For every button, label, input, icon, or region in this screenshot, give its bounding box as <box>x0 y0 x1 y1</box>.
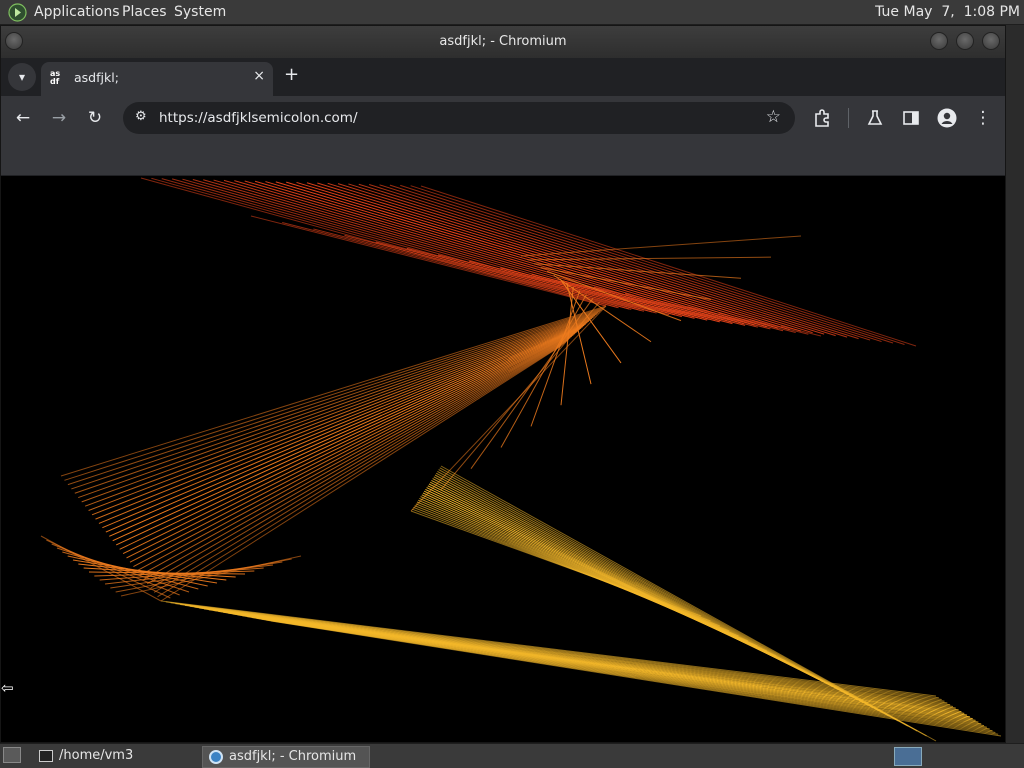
labs-flask-icon[interactable] <box>863 106 887 130</box>
workspace-switcher[interactable] <box>894 747 922 766</box>
art-line <box>182 178 653 313</box>
art-line <box>286 181 767 328</box>
bookmark-star-icon[interactable]: ☆ <box>766 107 781 127</box>
chromium-icon <box>209 749 223 764</box>
art-line <box>250 215 607 307</box>
tab-search-button[interactable]: ▾ <box>8 63 36 91</box>
art-line <box>153 342 565 593</box>
applications-logo-icon[interactable] <box>8 3 27 22</box>
art-line <box>270 620 1002 737</box>
chevron-down-icon: ▾ <box>18 70 26 84</box>
more-menu-icon[interactable]: ⋮ <box>971 106 995 130</box>
toolbar-separator <box>848 108 849 128</box>
resize-cursor-icon: ⇦ <box>1 679 14 697</box>
art-line <box>119 328 580 550</box>
page-content-canvas[interactable]: ⇦ <box>1 176 1005 742</box>
string-art-graphic <box>40 177 1002 742</box>
art-line <box>375 241 657 314</box>
back-arrow-icon[interactable]: ← <box>11 106 35 130</box>
taskbar-item-label: asdfjkl; - Chromium <box>229 749 357 764</box>
url-input[interactable]: https://asdfjklsemicolon.com/ <box>159 110 358 126</box>
extensions-puzzle-icon[interactable] <box>810 106 834 130</box>
taskbar-item-label: /home/vm3 <box>59 748 134 763</box>
reload-icon[interactable]: ↻ <box>83 106 107 130</box>
site-info-icon[interactable]: ⚙ <box>135 109 147 124</box>
browser-window: asdfjkl; - Chromium ▾ as df asdfjkl; × + … <box>0 25 1006 743</box>
art-line <box>203 179 676 316</box>
tab-active[interactable]: as df asdfjkl; × <box>41 62 273 96</box>
profile-avatar-icon[interactable] <box>935 106 959 130</box>
art-line <box>81 313 597 503</box>
art-line <box>327 182 813 334</box>
art-line <box>317 182 802 332</box>
forward-arrow-icon[interactable]: → <box>47 106 71 130</box>
art-line <box>275 181 756 326</box>
art-line <box>109 324 585 537</box>
tab-title: asdfjkl; <box>74 70 119 85</box>
art-line <box>88 316 594 511</box>
clock[interactable]: Tue May 7, 1:08 PM <box>875 4 1020 20</box>
close-window-button[interactable] <box>982 32 1000 50</box>
art-line <box>150 341 566 589</box>
art-line <box>112 326 583 542</box>
tab-strip: ▾ as df asdfjkl; × + <box>1 58 1005 96</box>
new-tab-button[interactable]: + <box>284 66 299 84</box>
empty-bar <box>1 140 1005 176</box>
art-line <box>143 338 570 580</box>
browser-toolbar: ← → ↻ ⚙ https://asdfjklsemicolon.com/ ☆ … <box>1 96 1005 140</box>
applications-menu[interactable]: Applications <box>34 4 120 20</box>
taskbar-item-chromium[interactable]: asdfjkl; - Chromium <box>202 746 370 768</box>
places-menu[interactable]: Places <box>122 4 167 20</box>
art-line <box>102 322 588 529</box>
art-line <box>105 323 587 533</box>
address-bar[interactable]: ⚙ https://asdfjklsemicolon.com/ ☆ <box>123 102 795 134</box>
top-panel: Applications Places System Tue May 7, 1:… <box>0 0 1024 25</box>
show-desktop-icon[interactable] <box>3 747 21 763</box>
tab-close-icon[interactable]: × <box>253 68 265 84</box>
art-line <box>64 306 605 481</box>
art-line <box>296 181 779 329</box>
art-line <box>306 182 790 331</box>
window-title: asdfjkl; - Chromium <box>439 34 567 49</box>
site-favicon-icon: as df <box>50 69 61 86</box>
art-line <box>192 179 664 314</box>
system-menu[interactable]: System <box>174 4 226 20</box>
art-line <box>146 340 568 585</box>
art-line <box>265 181 744 325</box>
taskbar-item-terminal[interactable]: /home/vm3 <box>33 746 199 768</box>
art-line <box>84 315 596 507</box>
art-line <box>71 309 602 490</box>
side-panel-icon[interactable] <box>899 106 923 130</box>
bottom-taskbar: /home/vm3 asdfjkl; - Chromium <box>0 743 1024 768</box>
maximize-button[interactable] <box>956 32 974 50</box>
terminal-icon <box>39 749 53 762</box>
minimize-button[interactable] <box>930 32 948 50</box>
window-titlebar[interactable]: asdfjkl; - Chromium <box>1 26 1005 58</box>
